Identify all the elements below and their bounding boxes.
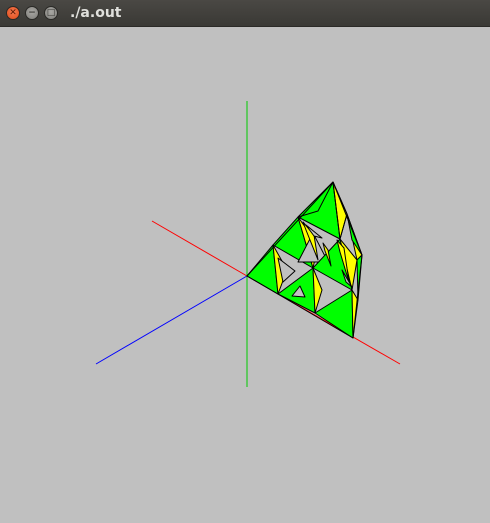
sierpinski-tetrahedron: [246, 181, 363, 339]
render-canvas[interactable]: [0, 27, 490, 523]
bottomright-front-face: [314, 289, 354, 339]
scene-svg: [95, 101, 401, 387]
bottommid-side-face: [312, 267, 323, 314]
x-axis-negative: [151, 220, 248, 277]
z-axis: [95, 275, 248, 365]
